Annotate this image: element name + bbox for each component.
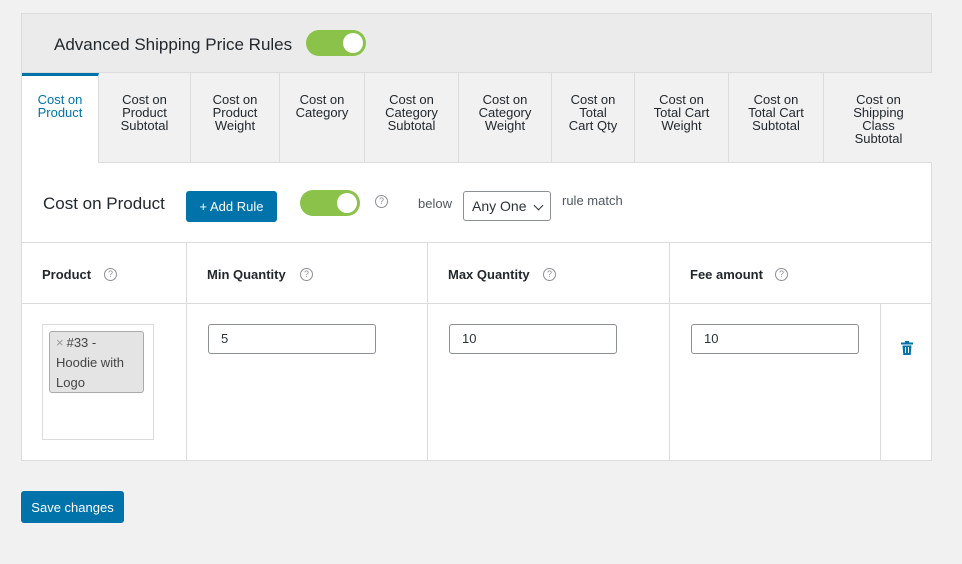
header-product: Product [42,267,92,282]
tab-label: Cost on Product Subtotal [120,92,169,133]
save-changes-button[interactable]: Save changes [21,491,124,523]
help-icon[interactable]: ? [300,268,313,281]
below-label: below [418,196,452,211]
select-value: Any One [472,198,527,214]
help-icon[interactable]: ? [104,268,117,281]
tab-cost-on-category-subtotal[interactable]: Cost on Category Subtotal [365,73,459,162]
tab-label: Cost on Product Weight [212,92,258,133]
tab-label: Cost on Category Subtotal [385,92,438,133]
tab-cost-on-total-cart-qty[interactable]: Cost on Total Cart Qty [552,73,635,162]
tab-label: Cost on Category [295,92,349,120]
tab-cost-on-category[interactable]: Cost on Category [280,73,365,162]
section-enable-toggle[interactable] [300,190,360,216]
page-title: Advanced Shipping Price Rules [54,35,293,54]
rule-match-label: rule match [562,193,623,208]
column-divider [186,242,187,460]
shipping-rules-panel: Advanced Shipping Price Rules Cost on Pr… [21,13,933,461]
column-divider [880,304,881,460]
chevron-down-icon [533,200,544,211]
section-title: Cost on Product [43,194,165,213]
tab-label: Cost on Product [37,92,83,120]
tab-label: Cost on Shipping Class Subtotal [853,92,904,146]
tab-label: Cost on Category Weight [478,92,532,133]
max-quantity-input[interactable]: 10 [449,324,617,354]
product-chip: × #33 - Hoodie with Logo [49,331,144,393]
tab-label: Cost on Total Cart Subtotal [748,92,804,133]
tab-cost-on-total-cart-subtotal[interactable]: Cost on Total Cart Subtotal [729,73,824,162]
product-multiselect[interactable]: × #33 - Hoodie with Logo [42,324,154,440]
header-min-quantity: Min Quantity [207,267,286,282]
rule-match-select[interactable]: Any One [463,191,551,221]
header-max-quantity: Max Quantity [448,267,530,282]
global-enable-toggle[interactable] [306,30,366,56]
tab-label: Cost on Total Cart Weight [653,92,710,133]
min-quantity-input[interactable]: 5 [208,324,376,354]
column-divider [427,242,428,460]
help-icon[interactable]: ? [775,268,788,281]
add-rule-button[interactable]: + Add Rule [186,191,277,222]
tab-cost-on-category-weight[interactable]: Cost on Category Weight [459,73,552,162]
trash-icon[interactable] [901,341,913,355]
column-divider [669,242,670,460]
chip-remove-icon[interactable]: × [56,335,64,350]
toggle-knob [343,33,363,53]
tab-cost-on-product-weight[interactable]: Cost on Product Weight [191,73,280,162]
tab-cost-on-shipping-class-subtotal[interactable]: Cost on Shipping Class Subtotal [824,73,933,162]
help-icon[interactable]: ? [543,268,556,281]
tab-label: Cost on Total Cart Qty [568,92,618,133]
product-chip-label: #33 - Hoodie with Logo [56,335,124,390]
rule-type-tabs: Cost on Product Cost on Product Subtotal… [22,73,933,163]
panel-header: Advanced Shipping Price Rules [22,14,931,73]
header-fee-amount: Fee amount [690,267,763,282]
tab-cost-on-product-subtotal[interactable]: Cost on Product Subtotal [99,73,191,162]
fee-amount-input[interactable]: 10 [691,324,859,354]
tab-cost-on-product[interactable]: Cost on Product [22,73,99,163]
table-top-border [22,242,931,243]
tab-cost-on-total-cart-weight[interactable]: Cost on Total Cart Weight [635,73,729,162]
table-header-border [22,303,931,304]
help-icon[interactable]: ? [375,195,388,208]
toggle-knob [337,193,357,213]
